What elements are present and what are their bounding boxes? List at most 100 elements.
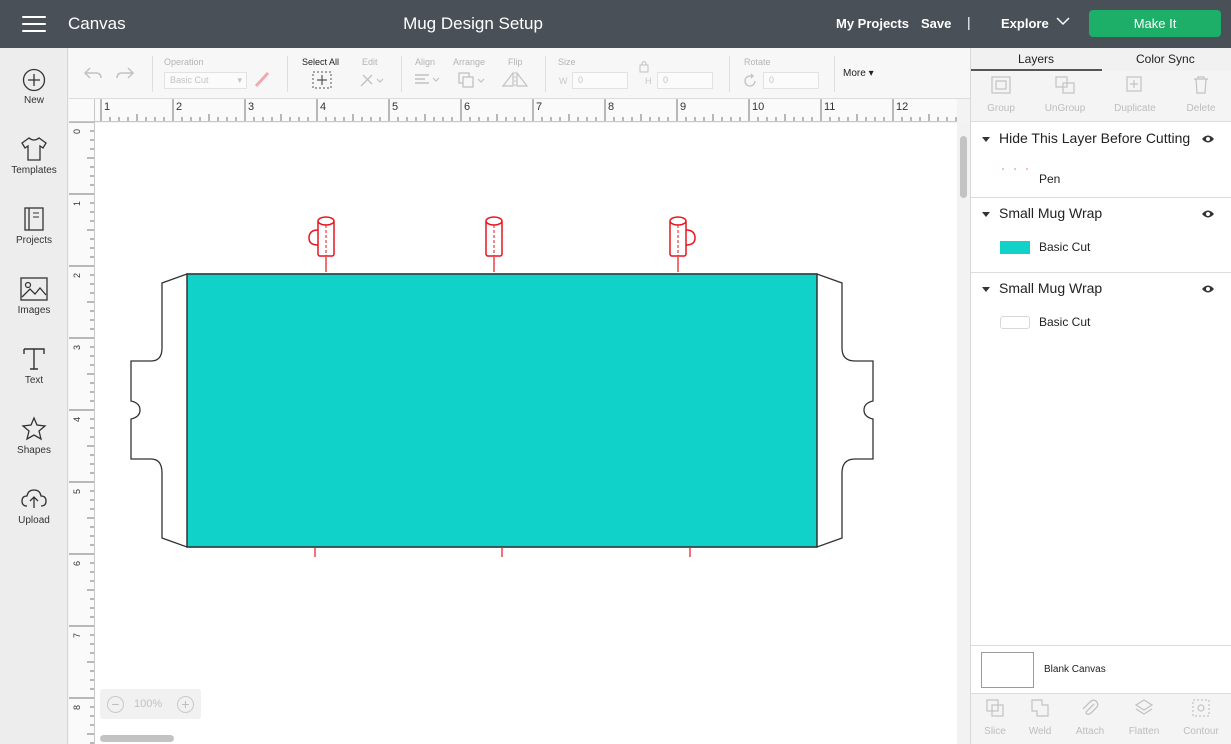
blank-canvas-row: Blank Canvas (971, 645, 1231, 693)
mug-guide-icon[interactable] (308, 216, 335, 272)
ungroup-button[interactable]: UnGroup (1035, 75, 1095, 114)
rail-templates[interactable]: Templates (0, 136, 68, 176)
collapse-caret-icon[interactable] (982, 137, 990, 142)
rail-images[interactable]: Images (0, 276, 68, 316)
width-value: 0 (578, 75, 584, 85)
left-rail: New Templates Projects Images Text Shape… (0, 48, 68, 744)
explore-link[interactable]: Explore (1001, 16, 1049, 31)
ruler-corner (69, 99, 95, 122)
rail-text[interactable]: Text (0, 346, 68, 386)
pen-color-icon[interactable] (253, 70, 271, 88)
width-label: W (559, 76, 568, 86)
slice-button[interactable]: Slice (971, 698, 1019, 737)
visibility-eye-icon[interactable] (1201, 209, 1215, 219)
my-projects-link[interactable]: My Projects (836, 16, 909, 31)
duplicate-button[interactable]: Duplicate (1105, 75, 1165, 114)
edit-icon[interactable] (358, 71, 384, 89)
collapse-caret-icon[interactable] (982, 212, 990, 217)
mug-guide-icon[interactable] (669, 216, 696, 272)
rail-shapes[interactable]: Shapes (0, 416, 68, 456)
shapes-icon (21, 416, 47, 441)
dropdown-arrow-icon: ▾ (237, 75, 242, 85)
ruler-number: 11 (824, 101, 836, 113)
rail-label: Text (24, 375, 44, 386)
rotate-label: Rotate (744, 57, 771, 67)
layer-item[interactable]: Pen (971, 157, 1231, 187)
contour-button[interactable]: Contour (1177, 698, 1225, 737)
redo-icon[interactable] (115, 65, 135, 81)
design-canvas[interactable] (95, 123, 957, 744)
plus-circle-icon (22, 68, 46, 92)
group-icon (991, 76, 1011, 94)
top-bar: Canvas Mug Design Setup My Projects Save… (0, 0, 1231, 48)
align-icon[interactable] (413, 73, 441, 87)
design-artwork (130, 216, 874, 557)
mug-guide-icon[interactable] (485, 216, 503, 272)
layer-group-name: Hide This Layer Before Cutting (999, 130, 1191, 146)
make-it-button[interactable]: Make It (1089, 10, 1221, 37)
group-button[interactable]: Group (971, 75, 1031, 114)
zoom-level: 100% (134, 698, 163, 710)
rail-label: Templates (11, 165, 57, 176)
rail-upload[interactable]: Upload (0, 486, 68, 526)
layer-item-name: Pen (1039, 172, 1061, 186)
save-link[interactable]: Save (921, 16, 951, 31)
duplicate-label: Duplicate (1114, 103, 1156, 114)
book-icon (24, 207, 44, 231)
layer-group-header[interactable]: Small Mug Wrap (971, 274, 1231, 304)
rotate-input[interactable]: 0 (763, 72, 819, 89)
text-icon (23, 348, 45, 370)
vertical-scroll-thumb[interactable] (960, 136, 967, 198)
layer-group-header[interactable]: Small Mug Wrap (971, 199, 1231, 229)
ruler-number: 8 (608, 101, 615, 113)
operation-value: Basic Cut (170, 75, 209, 85)
rail-label: Shapes (17, 445, 51, 456)
pen-dots-swatch (1002, 168, 1028, 170)
ruler-number: 6 (72, 560, 82, 566)
height-value: 0 (663, 75, 669, 85)
layer-color-swatch (1000, 241, 1030, 254)
contour-icon (1192, 699, 1210, 717)
delete-button[interactable]: Delete (1171, 75, 1231, 114)
duplicate-icon (1126, 76, 1142, 92)
tab-color-sync[interactable]: Color Sync (1136, 52, 1195, 66)
edit-toolbar: Operation Basic Cut ▾ Select All Edit Al… (69, 48, 970, 99)
weld-label: Weld (1028, 726, 1052, 737)
rail-label: Upload (18, 515, 50, 526)
contour-label: Contour (1183, 726, 1219, 737)
height-input[interactable]: 0 (657, 72, 713, 89)
arrange-icon[interactable] (457, 71, 487, 89)
visibility-eye-icon[interactable] (1201, 284, 1215, 294)
zoom-in-button[interactable]: + (177, 696, 194, 713)
blank-canvas-swatch[interactable] (981, 652, 1034, 688)
more-dropdown[interactable]: More ▾ (843, 68, 874, 79)
flip-icon[interactable] (501, 71, 533, 89)
layer-item[interactable]: Basic Cut (971, 307, 1231, 337)
weld-button[interactable]: Weld (1016, 698, 1064, 737)
lock-icon[interactable] (639, 60, 649, 73)
attach-button[interactable]: Attach (1066, 698, 1114, 737)
width-input[interactable]: 0 (572, 72, 628, 89)
vertical-scrollbar[interactable] (957, 122, 970, 744)
ruler-number: 2 (72, 272, 82, 278)
rail-new[interactable]: New (0, 68, 68, 106)
visibility-eye-icon[interactable] (1201, 134, 1215, 144)
collapse-caret-icon[interactable] (982, 287, 990, 292)
chevron-down-icon[interactable] (1056, 16, 1070, 26)
undo-icon[interactable] (83, 65, 103, 81)
hamburger-menu-icon[interactable] (22, 16, 46, 33)
paperclip-icon (1082, 699, 1099, 715)
zoom-out-button[interactable]: − (107, 696, 124, 713)
mug-wrap-fill[interactable] (186, 273, 818, 548)
horizontal-scroll-thumb[interactable] (100, 735, 174, 742)
select-all-icon[interactable] (312, 71, 332, 89)
rotate-value: 0 (769, 75, 775, 85)
layer-group-header[interactable]: Hide This Layer Before Cutting (971, 124, 1231, 154)
flatten-button[interactable]: Flatten (1120, 698, 1168, 737)
tab-layers[interactable]: Layers (1018, 52, 1054, 66)
layer-item[interactable]: Basic Cut (971, 232, 1231, 262)
rail-projects[interactable]: Projects (0, 206, 68, 246)
flatten-label: Flatten (1128, 726, 1160, 737)
ruler-number: 12 (896, 101, 909, 113)
operation-select[interactable]: Basic Cut ▾ (164, 72, 247, 89)
